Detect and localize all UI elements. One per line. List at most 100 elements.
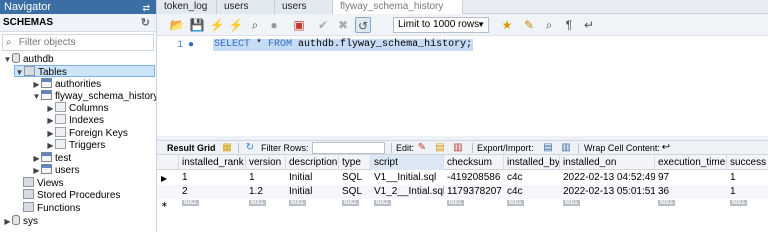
navigator-title: Navigator [4, 1, 52, 13]
table-cell[interactable]: 1 [246, 171, 286, 185]
autocommit-icon[interactable]: ↺ [355, 17, 371, 33]
table-cell[interactable]: NULL [504, 197, 560, 211]
foreign-keys-folder-icon [55, 127, 66, 137]
sql-table-ref: authdb.flyway_schema_history; [292, 39, 473, 50]
export-icon[interactable]: ▤ [542, 142, 554, 154]
table-cell[interactable]: c4c [504, 171, 560, 185]
table-cell[interactable]: 2022-02-13 04:52:49 [560, 171, 655, 185]
commit-icon[interactable]: ✔ [315, 17, 331, 33]
table-cell[interactable]: V1__Initial.sql [371, 171, 444, 185]
tree-item-flyway-schema-history[interactable]: ▼ flyway_schema_history [32, 90, 156, 103]
tree-item-stored-procedures[interactable]: Stored Procedures [23, 189, 120, 201]
tree-item-columns[interactable]: ▶ Columns [46, 102, 108, 114]
table-cell[interactable]: NULL [560, 197, 655, 211]
explain-icon[interactable]: ⌕ [247, 17, 263, 33]
edit-row-icon[interactable]: ✎ [416, 142, 428, 154]
stop-icon[interactable]: ● [266, 17, 282, 33]
tab-token-log[interactable]: token_log [157, 0, 217, 14]
expand-arrow-icon[interactable]: ▶ [46, 140, 55, 152]
column-header-type[interactable]: type [339, 155, 371, 170]
wrap-lines-icon[interactable]: ↵ [581, 17, 597, 33]
tree-item-functions[interactable]: Functions [23, 202, 80, 214]
grid-view-icon[interactable]: ▦ [221, 142, 233, 154]
save-icon[interactable]: 💾 [189, 17, 205, 33]
execute-current-icon[interactable]: ⚡ [228, 17, 244, 33]
refresh-icon[interactable]: ↻ [141, 14, 150, 32]
table-row[interactable]: ▶ 1 1 Initial SQL V1__Initial.sql -41920… [157, 171, 768, 185]
table-cell[interactable]: NULL [179, 197, 246, 211]
tree-item-triggers[interactable]: ▶ Triggers [46, 139, 105, 151]
tree-item-authdb[interactable]: ▼ authdb [3, 53, 54, 65]
table-cell[interactable]: NULL [655, 197, 727, 211]
delete-row-icon[interactable]: ▥ [452, 142, 464, 154]
table-cell[interactable]: NULL [727, 197, 768, 211]
table-cell[interactable]: Initial [286, 171, 339, 185]
column-header-script[interactable]: script [371, 155, 444, 170]
separator [472, 143, 473, 153]
table-cell[interactable]: SQL [339, 171, 371, 185]
tree-item-views[interactable]: Views [23, 177, 64, 189]
table-cell[interactable]: -419208586 [444, 171, 504, 185]
sql-keyword-select: SELECT [214, 39, 251, 50]
tab-flyway-schema-history[interactable]: flyway_schema_history [333, 0, 463, 14]
find-icon[interactable]: ⌕ [541, 17, 557, 33]
column-header-success[interactable]: success [727, 155, 768, 170]
tree-item-tables[interactable]: ▼ Tables [14, 65, 155, 79]
tab-users-1[interactable]: users [217, 0, 275, 14]
column-header-checksum[interactable]: checksum [444, 155, 504, 170]
table-cell[interactable]: NULL [444, 197, 504, 211]
column-header-version[interactable]: version [246, 155, 286, 170]
expand-arrow-icon[interactable]: ▼ [3, 54, 12, 66]
tree-item-authorities[interactable]: ▶ authorities [32, 78, 101, 90]
column-header-description[interactable]: description [286, 155, 339, 170]
tree-item-indexes[interactable]: ▶ Indexes [46, 114, 104, 126]
result-grid-label[interactable]: Result Grid [167, 142, 216, 154]
column-header-execution-time[interactable]: execution_time [655, 155, 727, 170]
expand-arrow-icon[interactable]: ▶ [3, 216, 12, 228]
table-cell[interactable]: NULL [339, 197, 371, 211]
null-badge: NULL [374, 200, 392, 207]
line-number: 1 [177, 40, 184, 51]
tree-item-foreign-keys[interactable]: ▶ Foreign Keys [46, 127, 128, 139]
new-row-placeholder[interactable]: ∗ NULL NULL NULL NULL NULL NULL NULL NUL… [157, 197, 768, 211]
null-badge: NULL [182, 200, 200, 207]
filter-rows-input[interactable] [312, 142, 385, 154]
table-cell[interactable]: NULL [286, 197, 339, 211]
tree-item-test[interactable]: ▶ test [32, 152, 71, 164]
import-icon[interactable]: ▥ [560, 142, 572, 154]
navigator-panel: Navigator ⇄ SCHEMAS ↻ ⌕ Filter objects ▼… [0, 0, 157, 232]
table-cell[interactable]: 1 [179, 171, 246, 185]
null-badge: NULL [507, 200, 525, 207]
expand-arrow-icon[interactable]: ▼ [32, 91, 41, 103]
table-cell[interactable]: NULL [371, 197, 444, 211]
filter-objects-input[interactable]: ⌕ Filter objects [2, 34, 154, 51]
expand-arrow-icon[interactable]: ▶ [32, 165, 41, 177]
expand-arrow-icon[interactable]: ▼ [15, 67, 24, 79]
toggle-stop-on-error-icon[interactable]: ▣ [291, 17, 307, 33]
sql-statement[interactable]: SELECT * FROM authdb.flyway_schema_histo… [213, 39, 474, 51]
wrap-cell-toggle-icon[interactable]: ↩ [660, 142, 672, 154]
table-cell[interactable]: 97 [655, 171, 727, 185]
expand-arrow-icon[interactable]: ▶ [46, 115, 55, 127]
column-header-installed-rank[interactable]: installed_rank [179, 155, 246, 170]
add-row-icon[interactable]: ▤ [434, 142, 446, 154]
execute-icon[interactable]: ⚡ [209, 17, 225, 33]
column-header-installed-on[interactable]: installed_on [560, 155, 655, 170]
sql-editor[interactable]: 1 ● SELECT * FROM authdb.flyway_schema_h… [157, 36, 768, 136]
rollback-icon[interactable]: ✖ [335, 17, 351, 33]
table-cell[interactable]: 1 [727, 171, 768, 185]
collapse-icon[interactable]: ⇄ [142, 1, 150, 15]
open-folder-icon[interactable]: 📂 [169, 17, 185, 33]
limit-rows-select[interactable]: Limit to 1000 rows ▼ [393, 17, 489, 33]
tree-item-sys[interactable]: ▶ sys [3, 215, 38, 227]
column-header-installed-by[interactable]: installed_by [504, 155, 560, 170]
filter-rows-label: Filter Rows: [261, 143, 309, 153]
beautify-icon[interactable]: ★ [499, 17, 515, 33]
table-cell[interactable]: NULL [246, 197, 286, 211]
tree-item-users[interactable]: ▶ users [32, 164, 79, 176]
refresh-icon[interactable]: ↻ [244, 142, 256, 154]
tab-users-2[interactable]: users [275, 0, 333, 14]
columns-folder-icon [55, 102, 66, 112]
invisible-chars-icon[interactable]: ¶ [561, 17, 577, 33]
snippet-icon[interactable]: ✎ [521, 17, 537, 33]
